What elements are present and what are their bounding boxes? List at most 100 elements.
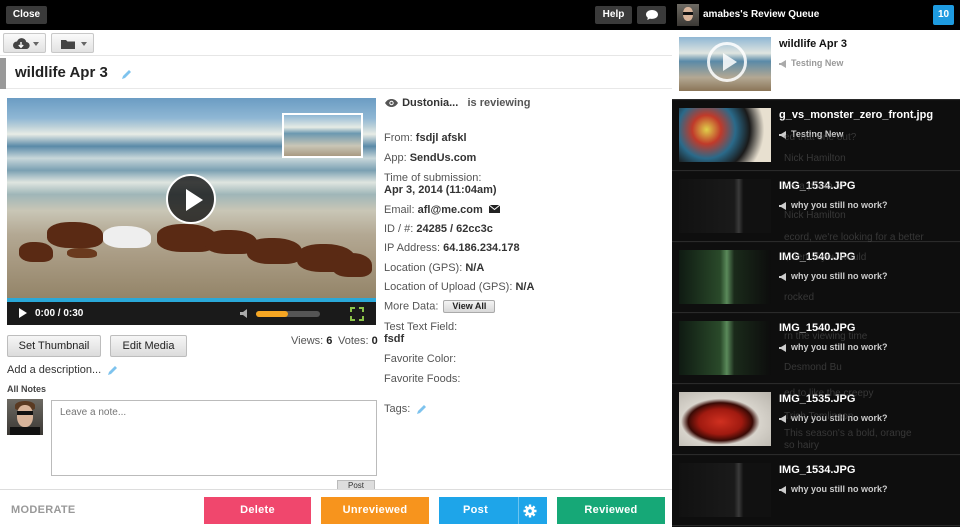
megaphone-icon (779, 485, 786, 494)
video-controls: 0:00 / 0:30 (7, 302, 376, 325)
volume-slider[interactable] (256, 311, 320, 317)
close-button[interactable]: Close (6, 6, 47, 24)
megaphone-icon (779, 414, 786, 423)
views-count: 6 (326, 335, 333, 347)
location-upload-value: N/A (515, 281, 535, 293)
eye-icon (385, 99, 398, 108)
avatar (677, 4, 699, 26)
cloud-download-icon (13, 38, 30, 50)
from-row: From: fsdjl afskl (384, 132, 467, 144)
queue-item-subtitle: why you still no work? (779, 271, 888, 281)
play-overlay-icon[interactable] (166, 174, 216, 224)
top-bar: Close Help (0, 0, 672, 30)
queue-thumbnail (679, 179, 771, 233)
review-queue-panel: amabes's Review Queue 10 ed that one out… (672, 0, 960, 527)
votes-stat: Votes: 0 (338, 335, 378, 347)
queue-item-subtitle: Testing New (779, 129, 843, 139)
id-row: ID / #: 24285 / 62cc3c (384, 223, 493, 235)
note-input[interactable] (51, 400, 377, 476)
queue-item-name: IMG_1540.JPG (779, 322, 856, 334)
chevron-down-icon (33, 42, 39, 46)
chat-button[interactable] (637, 6, 666, 24)
delete-button[interactable]: Delete (204, 497, 311, 524)
reviewing-text: is reviewing (467, 97, 531, 109)
queue-thumbnail (679, 37, 771, 91)
tags-row: Tags: (384, 403, 429, 415)
megaphone-icon (779, 59, 786, 68)
queue-thumbnail (679, 250, 771, 304)
queue-item[interactable]: IMG_1534.JPG why you still no work? (672, 456, 960, 526)
queue-item[interactable]: g_vs_monster_zero_front.jpg Testing New (672, 101, 960, 171)
download-menu-button[interactable] (3, 33, 46, 53)
queue-item[interactable]: wildlife Apr 3 Testing New (672, 30, 960, 100)
action-bar: MODERATE Delete Unreviewed Post Reviewed (0, 489, 672, 527)
edit-media-button[interactable]: Edit Media (110, 335, 187, 357)
queue-item-name: IMG_1535.JPG (779, 393, 856, 405)
queue-item[interactable]: IMG_1540.JPG why you still no work? (672, 243, 960, 313)
gear-icon[interactable] (523, 504, 537, 518)
pencil-icon[interactable] (416, 403, 429, 415)
email-row: Email: afl@me.com (384, 204, 501, 216)
play-icon (707, 42, 747, 82)
views-stat: Views: 6 (291, 335, 332, 347)
queue-item[interactable]: IMG_1540.JPG why you still no work? (672, 314, 960, 384)
folder-icon (61, 40, 75, 49)
queue-item[interactable]: IMG_1535.JPG why you still no work? (672, 385, 960, 455)
envelope-icon[interactable] (488, 204, 501, 213)
queue-item-name: wildlife Apr 3 (779, 38, 848, 50)
queue-count-badge[interactable]: 10 (933, 5, 954, 25)
reviewed-button[interactable]: Reviewed (557, 497, 665, 524)
help-button[interactable]: Help (595, 6, 632, 24)
favorite-foods-row: Favorite Foods: (384, 373, 461, 385)
avatar (7, 399, 43, 435)
queue-item-subtitle: why you still no work? (779, 342, 888, 352)
unreviewed-button[interactable]: Unreviewed (321, 497, 429, 524)
votes-count: 0 (371, 335, 378, 347)
view-all-button[interactable]: View All (443, 300, 496, 313)
megaphone-icon (779, 272, 786, 281)
pencil-icon[interactable] (121, 68, 134, 80)
location-upload-row: Location of Upload (GPS): N/A (384, 281, 535, 293)
title-accent (0, 58, 6, 89)
location-gps-row: Location (GPS): N/A (384, 262, 485, 274)
play-icon[interactable] (19, 308, 27, 318)
location-gps-value: N/A (465, 262, 485, 274)
megaphone-icon (779, 343, 786, 352)
id-value: 24285 / 62cc3c (416, 223, 493, 235)
app: Close Help wildlife Apr 3 0:00 / 0:30 Se… (0, 0, 960, 527)
add-description[interactable]: Add a description... (7, 364, 101, 376)
votes-label: Votes: (338, 335, 369, 347)
queue-item-name: IMG_1540.JPG (779, 251, 856, 263)
folder-menu-button[interactable] (51, 33, 94, 53)
time-row: Time of submission: Apr 3, 2014 (11:04am) (384, 172, 497, 196)
volume-icon[interactable] (239, 308, 251, 319)
queue-thumbnail (679, 108, 771, 162)
set-thumbnail-button[interactable]: Set Thumbnail (7, 335, 101, 357)
all-notes-label: All Notes (7, 384, 47, 394)
review-queue-header: amabes's Review Queue 10 (672, 0, 960, 30)
reviewer-name: Dustonia... (402, 97, 459, 109)
queue-item[interactable]: IMG_1534.JPG why you still no work? (672, 172, 960, 242)
video-player[interactable]: 0:00 / 0:30 (7, 98, 376, 325)
video-thumbnail-preview (282, 113, 363, 158)
queue-item-subtitle: why you still no work? (779, 200, 888, 210)
review-queue-title: amabes's Review Queue (703, 9, 820, 20)
post-button[interactable]: Post (439, 497, 547, 524)
test-text-value: fsdf (384, 333, 405, 345)
queue-item-name: g_vs_monster_zero_front.jpg (779, 109, 934, 121)
pencil-icon[interactable] (107, 364, 120, 376)
more-data-row: More Data: View All (384, 300, 496, 313)
megaphone-icon (779, 201, 786, 210)
megaphone-icon (779, 130, 786, 139)
queue-item-name: IMG_1534.JPG (779, 180, 856, 192)
queue-thumbnail (679, 392, 771, 446)
video-time: 0:00 / 0:30 (35, 308, 84, 319)
app-row: App: SendUs.com (384, 152, 477, 164)
title-bar: wildlife Apr 3 (0, 58, 672, 89)
volume-level (256, 311, 288, 317)
queue-item-subtitle: why you still no work? (779, 413, 888, 423)
page-title: wildlife Apr 3 (15, 64, 108, 81)
queue-item-subtitle: Testing New (779, 58, 843, 68)
post-note-button[interactable]: Post (337, 480, 375, 489)
fullscreen-icon[interactable] (350, 307, 364, 321)
